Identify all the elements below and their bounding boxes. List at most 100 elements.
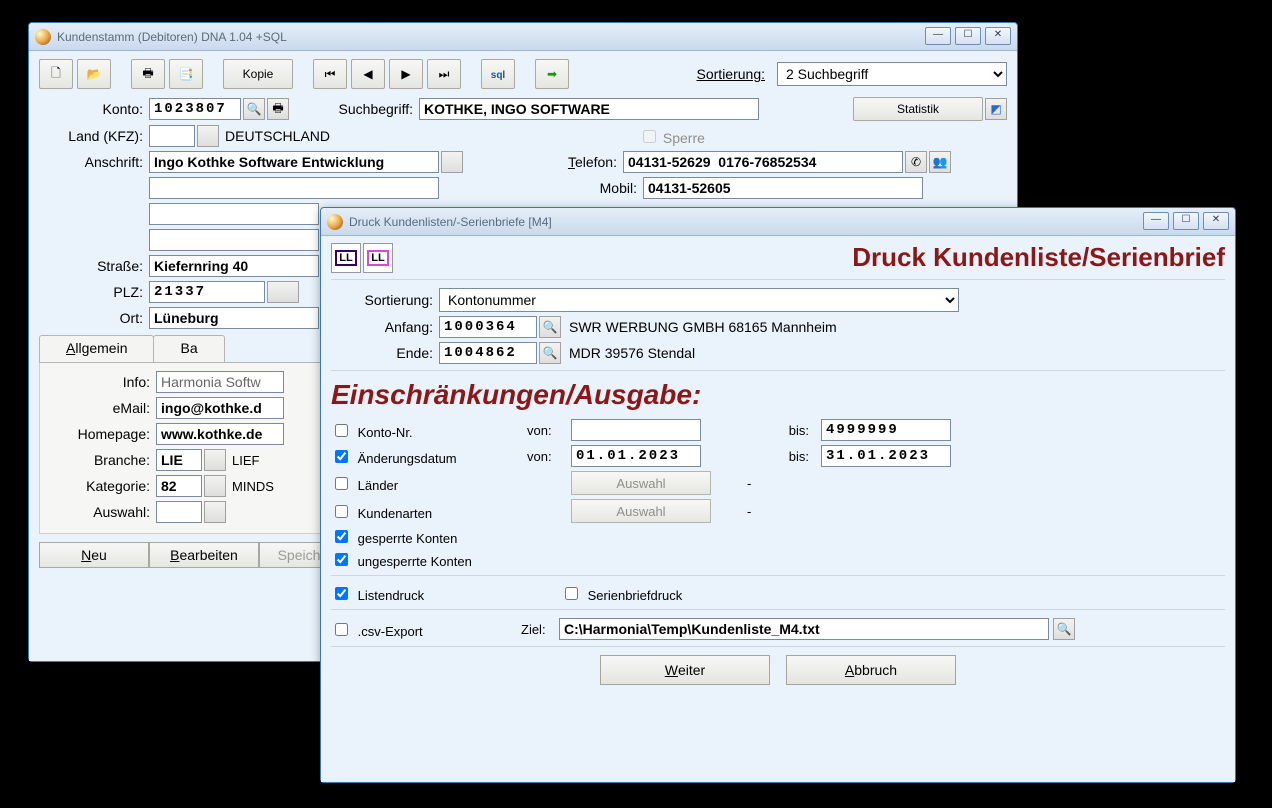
sort-select[interactable]: 2 Suchbegriff <box>777 62 1007 86</box>
auswahl-label: Auswahl: <box>46 504 156 520</box>
binoculars-icon <box>543 320 558 334</box>
binoculars-icon <box>543 346 558 360</box>
copy-button[interactable] <box>169 59 203 89</box>
csv-export-checkbox[interactable] <box>335 623 348 636</box>
first-record-button[interactable] <box>313 59 347 89</box>
ziel-browse-button[interactable] <box>1053 618 1075 640</box>
branche-lookup-button[interactable] <box>204 449 226 471</box>
ziel-input[interactable] <box>559 618 1049 640</box>
konto-nr-checkbox[interactable] <box>335 424 348 437</box>
konto-search-button[interactable] <box>243 98 265 120</box>
export-button[interactable] <box>535 59 569 89</box>
new-button[interactable] <box>39 59 73 89</box>
maximize-button[interactable]: ☐ <box>955 27 981 45</box>
email-input[interactable] <box>156 397 284 419</box>
kopie-button[interactable]: Kopie <box>223 59 293 89</box>
chart-icon <box>990 102 1001 116</box>
konto-bis-input[interactable] <box>821 419 951 441</box>
branche-code-input[interactable] <box>156 449 202 471</box>
binoculars-icon <box>247 102 262 116</box>
maximize-button[interactable]: ☐ <box>1173 212 1199 230</box>
minimize-button[interactable]: — <box>925 27 951 45</box>
landkfz-lookup-button[interactable] <box>197 125 219 147</box>
info-input[interactable] <box>156 371 284 393</box>
app-icon <box>327 214 343 230</box>
abbruch-button[interactable]: Abbruch <box>786 655 956 685</box>
listendruck-checkbox[interactable] <box>335 587 348 600</box>
prev-icon <box>363 67 372 81</box>
suchbegriff-input[interactable] <box>419 98 759 120</box>
serienbrief-checkbox[interactable] <box>565 587 578 600</box>
gesperrte-checkbox[interactable] <box>335 530 348 543</box>
titlebar-kundenstamm[interactable]: Kundenstamm (Debitoren) DNA 1.04 +SQL — … <box>29 23 1017 51</box>
anschrift-button[interactable] <box>441 151 463 173</box>
ll-button-2[interactable]: LL <box>363 243 393 273</box>
statistik-extra-button[interactable] <box>985 98 1007 120</box>
bis-label-2: bis: <box>767 449 809 464</box>
auswahl-lookup-button[interactable] <box>204 501 226 523</box>
kategorie-lookup-button[interactable] <box>204 475 226 497</box>
telefon-input[interactable] <box>623 151 903 173</box>
datum-von-input[interactable] <box>571 445 701 467</box>
anfang-search-button[interactable] <box>539 316 561 338</box>
next-record-button[interactable] <box>389 59 423 89</box>
titlebar-druck[interactable]: Druck Kundenlisten/-Serienbriefe [M4] — … <box>321 208 1235 236</box>
konto-input[interactable] <box>149 98 241 120</box>
anschrift4-input[interactable] <box>149 229 319 251</box>
gesperrte-label: gesperrte Konten <box>358 531 458 546</box>
ende-konto-input[interactable] <box>439 342 537 364</box>
open-icon <box>87 67 102 81</box>
tab-allgemein[interactable]: Allgemein <box>39 335 154 362</box>
close-button[interactable]: ✕ <box>985 27 1011 45</box>
ungesperrte-checkbox[interactable] <box>335 553 348 566</box>
anschrift2-input[interactable] <box>149 177 439 199</box>
kundenarten-auswahl-button[interactable]: Auswahl <box>571 499 711 523</box>
mobil-input[interactable] <box>643 177 923 199</box>
anschrift3-input[interactable] <box>149 203 319 225</box>
last-record-button[interactable] <box>427 59 461 89</box>
dial-button[interactable] <box>905 151 927 173</box>
von-label: von: <box>527 423 565 438</box>
ende-label: Ende: <box>331 345 439 361</box>
close-button[interactable]: ✕ <box>1203 212 1229 230</box>
landkfz-code-input[interactable] <box>149 125 195 147</box>
strasse-input[interactable] <box>149 255 319 277</box>
plz-lookup-button[interactable] <box>267 281 299 303</box>
homepage-input[interactable] <box>156 423 284 445</box>
ende-search-button[interactable] <box>539 342 561 364</box>
laender-checkbox[interactable] <box>335 477 348 490</box>
kategorie-text: MINDS <box>232 479 274 494</box>
konto-von-input[interactable] <box>571 419 701 441</box>
ort-label: Ort: <box>39 310 149 326</box>
konto-print-button[interactable] <box>267 98 289 120</box>
prev-record-button[interactable] <box>351 59 385 89</box>
contacts-button[interactable] <box>929 151 951 173</box>
minimize-button[interactable]: — <box>1143 212 1169 230</box>
sql-button[interactable] <box>481 59 515 89</box>
tab-ba[interactable]: Ba <box>153 335 224 362</box>
konto-label: Konto: <box>39 101 149 117</box>
neu-button[interactable]: Neu <box>39 542 149 568</box>
plz-input[interactable] <box>149 281 265 303</box>
kundenarten-label: Kundenarten <box>358 506 432 521</box>
kategorie-code-input[interactable] <box>156 475 202 497</box>
laender-auswahl-button[interactable]: Auswahl <box>571 471 711 495</box>
kundenarten-checkbox[interactable] <box>335 505 348 518</box>
ungesperrte-label: ungesperrte Konten <box>358 554 472 569</box>
anschrift-input[interactable] <box>149 151 439 173</box>
auswahl-input[interactable] <box>156 501 202 523</box>
ort-input[interactable] <box>149 307 319 329</box>
statistik-button[interactable]: Statistik <box>853 97 983 121</box>
weiter-button[interactable]: Weiter <box>600 655 770 685</box>
restrictions-heading: Einschränkungen/Ausgabe: <box>331 379 1225 411</box>
aenderungsdatum-checkbox[interactable] <box>335 450 348 463</box>
datum-bis-input[interactable] <box>821 445 951 467</box>
sort-label: Sortierung: <box>697 66 771 82</box>
anfang-konto-input[interactable] <box>439 316 537 338</box>
open-button[interactable] <box>77 59 111 89</box>
sortierung-select[interactable]: Kontonummer <box>439 288 959 312</box>
ll-button-1[interactable]: LL <box>331 243 361 273</box>
bearbeiten-button[interactable]: Bearbeiten <box>149 542 259 568</box>
plz-label: PLZ: <box>39 284 149 300</box>
print-button[interactable] <box>131 59 165 89</box>
